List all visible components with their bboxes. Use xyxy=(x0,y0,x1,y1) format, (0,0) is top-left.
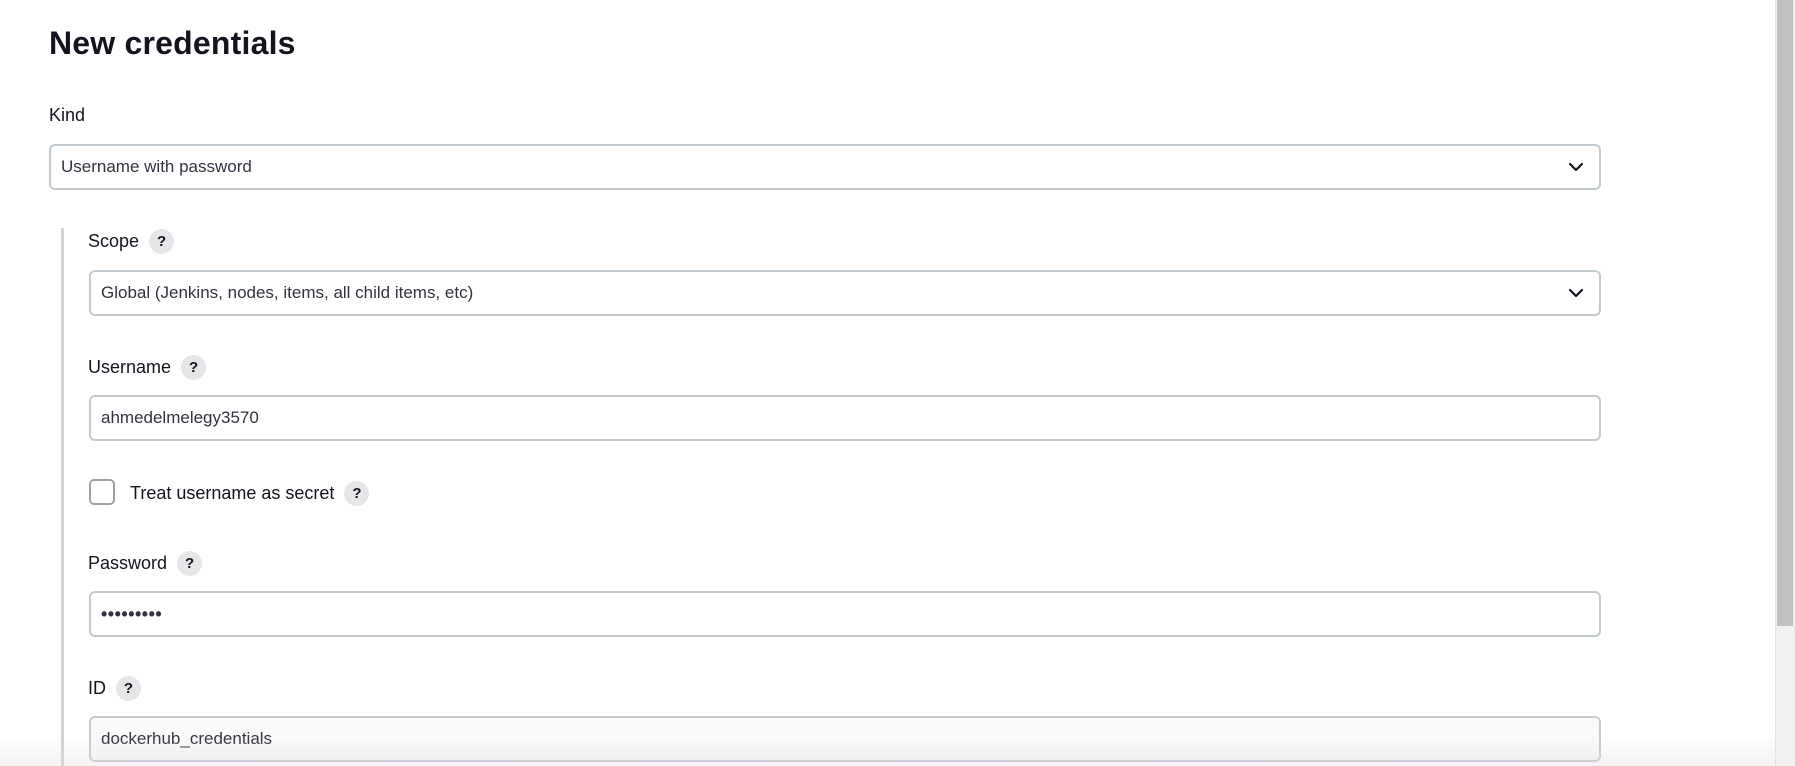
treat-username-secret-label: Treat username as secret ? xyxy=(130,479,370,507)
kind-label-text: Kind xyxy=(49,104,86,125)
kind-select[interactable]: Username with password xyxy=(49,144,1601,190)
username-label: Username ? xyxy=(88,353,207,381)
chevron-down-icon xyxy=(1568,288,1584,298)
kind-selected-value: Username with password xyxy=(61,157,252,176)
section-indent-bar xyxy=(61,228,64,766)
username-label-text: Username xyxy=(88,356,172,377)
chevron-down-icon xyxy=(1568,162,1584,172)
vertical-scrollbar-thumb[interactable] xyxy=(1777,0,1793,626)
scope-selected-value: Global (Jenkins, nodes, items, all child… xyxy=(101,283,474,302)
password-label: Password ? xyxy=(88,549,203,577)
id-input[interactable]: dockerhub_credentials xyxy=(89,716,1601,762)
password-help-icon[interactable]: ? xyxy=(177,550,203,576)
username-input-value: ahmedelmelegy3570 xyxy=(101,408,259,427)
password-label-text: Password xyxy=(88,552,168,573)
scope-label-text: Scope xyxy=(88,230,140,251)
page-title: New credentials xyxy=(49,25,296,61)
password-masked-value: ••••••••• xyxy=(101,603,163,624)
credentials-form-page: New credentials Kind Username with passw… xyxy=(0,0,1775,766)
scope-label: Scope ? xyxy=(88,227,175,255)
treat-username-secret-text[interactable]: Treat username as secret xyxy=(130,483,334,504)
id-input-value: dockerhub_credentials xyxy=(101,729,273,748)
username-help-icon[interactable]: ? xyxy=(181,354,207,380)
kind-label: Kind xyxy=(49,101,85,129)
scope-help-icon[interactable]: ? xyxy=(149,228,175,254)
password-input[interactable]: ••••••••• xyxy=(89,591,1601,637)
id-label: ID ? xyxy=(88,674,141,702)
id-label-text: ID xyxy=(88,677,106,698)
id-help-icon[interactable]: ? xyxy=(116,675,141,701)
username-input[interactable]: ahmedelmelegy3570 xyxy=(89,395,1601,441)
treat-secret-help-icon[interactable]: ? xyxy=(344,480,370,506)
scope-select[interactable]: Global (Jenkins, nodes, items, all child… xyxy=(89,270,1601,316)
treat-username-secret-checkbox[interactable] xyxy=(89,479,115,505)
